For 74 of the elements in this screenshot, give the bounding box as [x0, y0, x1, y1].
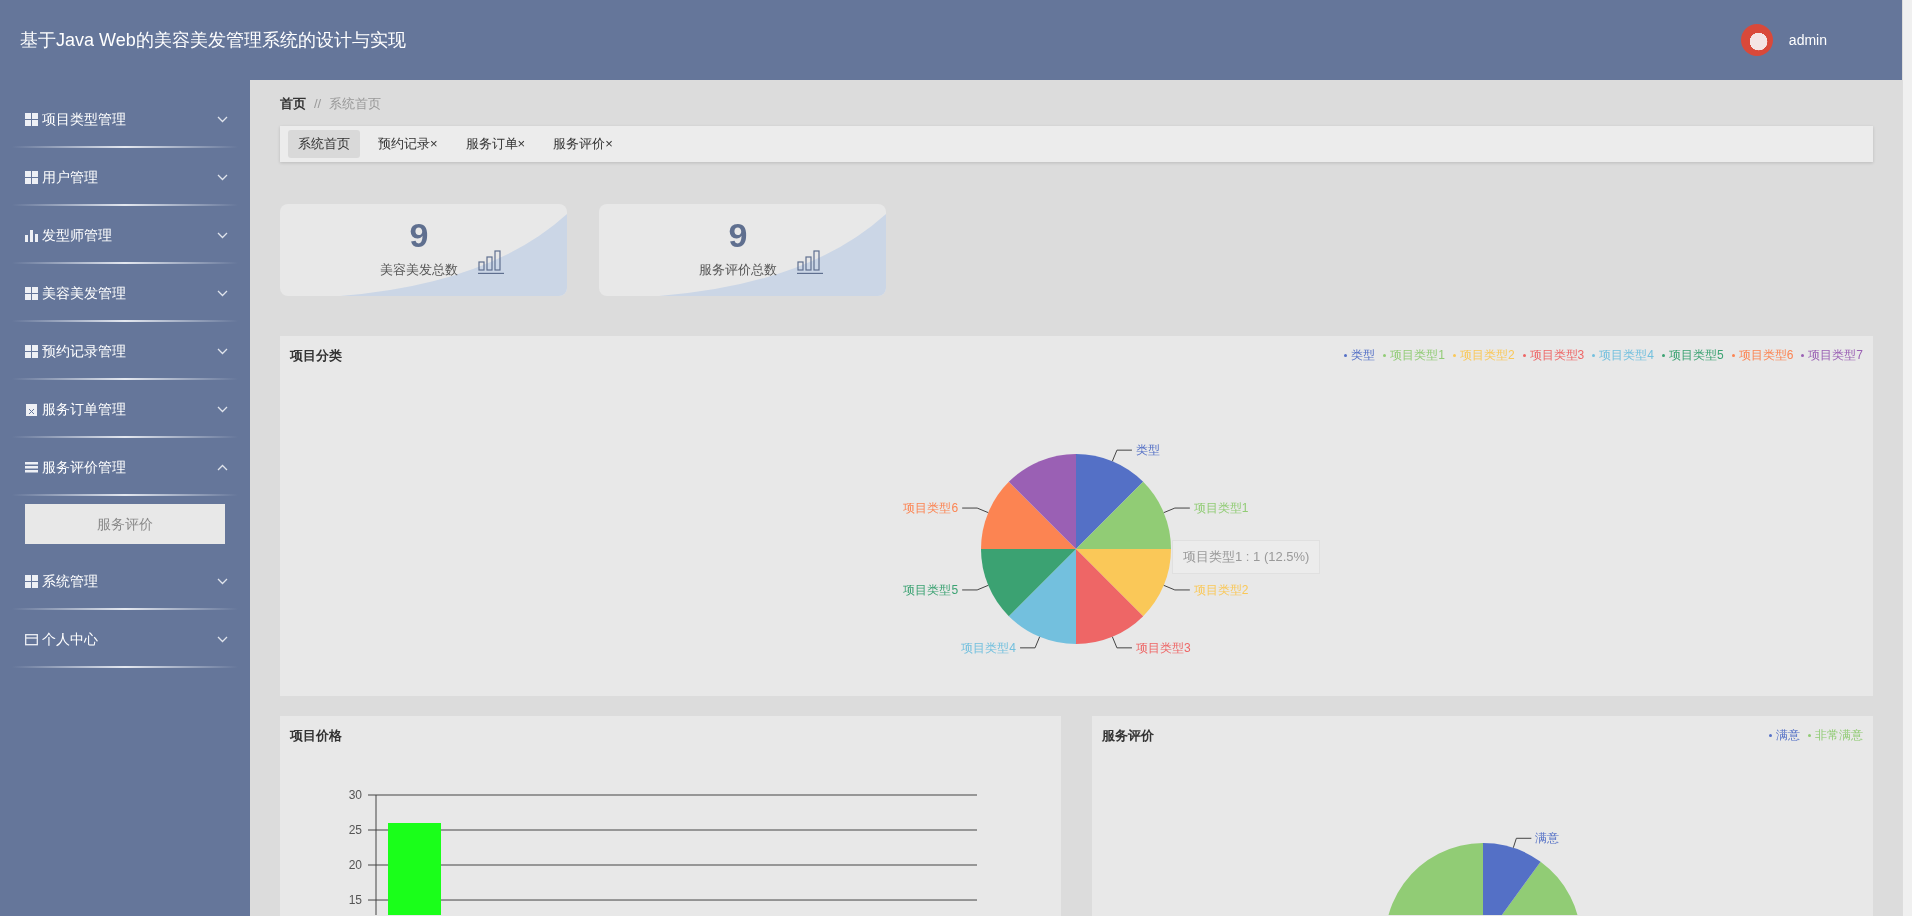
legend-label[interactable]: 项目类型5: [1668, 346, 1724, 365]
chevron-icon: [217, 577, 228, 585]
sidebar-item[interactable]: 个人中心: [0, 610, 250, 668]
leader-line: [1111, 636, 1133, 649]
chevron-icon: [217, 405, 228, 413]
grid-icon: [25, 574, 38, 588]
axis-tick-label: 30: [348, 788, 362, 802]
clipboard-icon: [25, 402, 38, 416]
axis-tick-label: 15: [348, 893, 362, 907]
slice-label: 满意: [1535, 831, 1560, 846]
username[interactable]: admin: [1788, 29, 1827, 51]
chart-title: 服务评价: [1102, 726, 1154, 745]
grid-icon: [25, 344, 38, 358]
tab[interactable]: 服务评价×: [543, 129, 623, 158]
avatar[interactable]: [1740, 24, 1773, 56]
grid-icon: [25, 286, 38, 300]
axis-tick-label: 20: [348, 858, 362, 872]
leader-line: [1111, 449, 1133, 462]
slice-label: 项目类型5: [903, 582, 959, 597]
chevron-icon: [217, 635, 228, 643]
tooltip: 项目类型1 : 1 (12.5%): [1172, 540, 1321, 574]
sidebar-item[interactable]: 美容美发管理: [0, 264, 250, 322]
breadcrumb-link[interactable]: 首页: [280, 94, 306, 114]
grid-icon: [25, 112, 38, 126]
sidebar-item[interactable]: 服务订单管理: [0, 380, 250, 438]
stat-label: 美容美发总数: [380, 261, 458, 279]
leader-line: [1163, 507, 1191, 514]
sidebar-item[interactable]: 预约记录管理: [0, 322, 250, 380]
slice-label: 项目类型4: [961, 640, 1017, 655]
slice-label: 项目类型6: [903, 501, 959, 516]
tab[interactable]: 系统首页: [288, 129, 360, 158]
tab[interactable]: 服务订单×: [455, 129, 536, 158]
tab[interactable]: 预约记录×: [368, 129, 448, 158]
leader-line: [961, 507, 989, 514]
grid-icon: [25, 170, 38, 184]
bar-chart-icon: [25, 228, 38, 242]
leader-line: [1019, 636, 1041, 649]
sidebar-item[interactable]: 系统管理: [0, 552, 250, 610]
legend-label[interactable]: 项目类型7: [1808, 346, 1863, 365]
chevron-icon: [217, 463, 228, 471]
leader-line: [1512, 837, 1532, 849]
card-icon: [25, 632, 38, 646]
leader-line: [961, 584, 989, 591]
breadcrumb-current: 系统首页: [329, 95, 382, 113]
chevron-icon: [217, 115, 228, 123]
chevron-icon: [217, 173, 228, 181]
stat-value: 9: [728, 218, 748, 252]
legend-label[interactable]: 类型: [1351, 346, 1376, 365]
bar-chart-icon: [478, 247, 504, 274]
chart-title: 项目分类: [290, 346, 342, 365]
chevron-icon: [217, 347, 228, 355]
stat-label: 服务评价总数: [699, 261, 777, 279]
scrollbar[interactable]: [1902, 0, 1912, 916]
slice-label: 项目类型2: [1193, 582, 1249, 597]
legend-label[interactable]: 项目类型3: [1529, 346, 1585, 365]
app-title: 基于Java Web的美容美发管理系统的设计与实现: [19, 28, 406, 52]
leader-line: [1163, 584, 1191, 591]
chart-title: 项目价格: [290, 726, 343, 745]
slice-label: 项目类型3: [1135, 640, 1191, 655]
stat-value: 9: [409, 218, 429, 252]
submenu-item[interactable]: 服务评价: [25, 504, 225, 544]
axis-tick-label: 25: [348, 823, 362, 837]
chevron-icon: [217, 231, 228, 239]
slice-label: 类型: [1135, 443, 1160, 458]
legend-label[interactable]: 满意: [1776, 726, 1800, 745]
sidebar-item[interactable]: 用户管理: [0, 148, 250, 206]
list-icon: [25, 460, 38, 474]
sidebar-item[interactable]: 发型师管理: [0, 206, 250, 264]
chevron-icon: [217, 289, 228, 297]
sidebar-item[interactable]: 项目类型管理: [0, 90, 250, 148]
slice-label: 项目类型1: [1193, 501, 1249, 516]
sidebar-item[interactable]: 服务评价管理: [0, 438, 250, 496]
breadcrumb-separator: //: [314, 95, 322, 113]
bar-chart-icon: [797, 247, 823, 274]
